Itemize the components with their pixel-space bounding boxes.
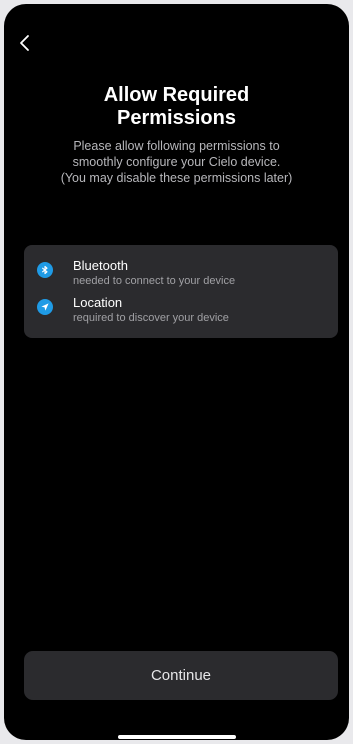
- permissions-card: Bluetooth needed to connect to your devi…: [24, 245, 338, 338]
- location-arrow-icon: [37, 299, 53, 315]
- intro-line-1: Please allow following permissions to: [73, 139, 280, 153]
- continue-button[interactable]: Continue: [24, 651, 338, 700]
- permission-label: Location: [73, 295, 123, 310]
- intro-text: Please allow following permissions to sm…: [4, 138, 349, 186]
- permission-label: Bluetooth: [73, 258, 128, 273]
- page-title: Allow Required Permissions: [103, 84, 250, 129]
- intro-line-3: (You may disable these permissions later…: [60, 171, 293, 185]
- bluetooth-icon: [37, 262, 53, 278]
- intro-line-2: smoothly configure your Cielo device.: [72, 155, 281, 169]
- permission-item-location: Location required to discover your devic…: [36, 295, 326, 327]
- back-button[interactable]: [12, 30, 38, 56]
- home-indicator[interactable]: [118, 735, 236, 739]
- permission-description: required to discover your device: [73, 312, 229, 324]
- permission-description: needed to connect to your device: [73, 275, 236, 287]
- chevron-left-icon: [20, 35, 29, 51]
- permission-item-bluetooth: Bluetooth needed to connect to your devi…: [36, 258, 326, 290]
- app-screen: Allow Required Permissions Please allow …: [4, 4, 349, 740]
